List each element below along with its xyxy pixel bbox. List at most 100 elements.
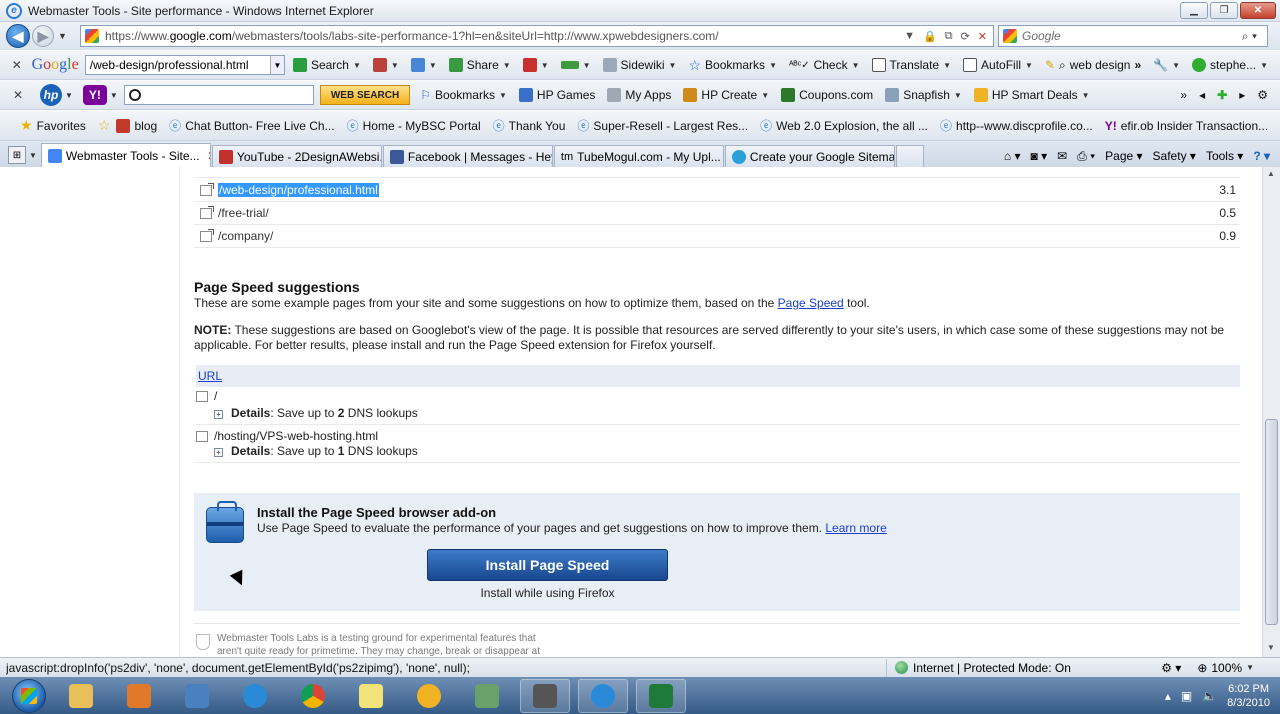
- favorite-thank-you[interactable]: ⓔ Thank You: [493, 117, 566, 134]
- forward-button[interactable]: ▶: [32, 25, 54, 47]
- toolbar-arrow-icon[interactable]: ◂: [1199, 88, 1205, 102]
- hp-smart-deals-button[interactable]: HP Smart Deals ▼: [973, 88, 1090, 102]
- favorite-super-resell[interactable]: ⓔ Super-Resell - Largest Res...: [577, 117, 748, 134]
- taskbar-ie-running[interactable]: [578, 678, 628, 713]
- favorite-blog[interactable]: blog: [116, 118, 157, 133]
- tab-youtube[interactable]: YouTube - 2DesignAWebsi...: [211, 145, 382, 167]
- google-toolbar-search-input[interactable]: /web-design/professional.html ▼: [84, 55, 285, 75]
- tab-list-icon[interactable]: ▼: [29, 151, 37, 160]
- scroll-up-icon[interactable]: ▲: [1267, 169, 1275, 178]
- security-zone[interactable]: Internet | Protected Mode: On: [886, 658, 1071, 677]
- toolbar-nav-icon[interactable]: ▸: [1239, 88, 1245, 102]
- toolbar-account-button[interactable]: stephe... ▼: [1192, 58, 1268, 72]
- restore-button[interactable]: ❐: [1210, 2, 1238, 19]
- close-toolbar-icon[interactable]: ✕: [8, 88, 28, 102]
- page-url-link[interactable]: /: [214, 389, 217, 403]
- expand-icon[interactable]: +: [214, 410, 223, 419]
- taskbar-calculator[interactable]: [520, 678, 570, 713]
- help-icon[interactable]: ? ▾: [1253, 149, 1270, 163]
- close-tab-icon[interactable]: ✕: [208, 149, 210, 163]
- external-link-icon[interactable]: [200, 182, 214, 196]
- page-menu[interactable]: Page ▾: [1105, 149, 1142, 163]
- search-box[interactable]: Google ⌕ ▾: [998, 25, 1268, 47]
- favorites-button[interactable]: ★ Favorites: [20, 117, 86, 134]
- taskbar-chrome[interactable]: [288, 679, 338, 713]
- yahoo-search-input[interactable]: [123, 85, 314, 105]
- toolbar-add-icon[interactable]: ✚: [1217, 88, 1227, 102]
- network-status-icon[interactable]: ▣: [1181, 689, 1192, 703]
- safety-menu[interactable]: Safety ▾: [1153, 149, 1196, 163]
- page-speed-link[interactable]: Page Speed: [778, 296, 844, 310]
- scrollbar-thumb[interactable]: [1265, 419, 1278, 625]
- taskbar-network[interactable]: [462, 679, 512, 713]
- toolbar-gear-icon[interactable]: ⚙: [1257, 88, 1268, 102]
- details-row[interactable]: + Details: Save up to 1 DNS lookups: [214, 444, 418, 458]
- rss-icon[interactable]: ◙ ▾: [1031, 149, 1048, 163]
- close-window-button[interactable]: ✕: [1240, 2, 1276, 19]
- favorite-web20[interactable]: ⓔ Web 2.0 Explosion, the all ...: [760, 117, 928, 134]
- address-url[interactable]: https://www.google.com/webmasters/tools/…: [105, 29, 904, 43]
- toolbar-check-button[interactable]: ᴬᴮᶜ✓ Check ▼: [789, 58, 860, 72]
- taskbar-ie[interactable]: [230, 679, 280, 713]
- hp-logo-icon[interactable]: hp: [40, 84, 62, 106]
- toolbar-settings-button[interactable]: 🔧 ▼: [1153, 58, 1180, 72]
- taskbar-excel[interactable]: [636, 678, 686, 713]
- add-favorite-icon[interactable]: ☆: [98, 117, 111, 134]
- stop-icon[interactable]: ✕: [978, 30, 987, 43]
- external-link-icon[interactable]: [196, 431, 208, 443]
- tab-tubemogul[interactable]: tm TubeMogul.com - My Upl...: [553, 145, 724, 167]
- home-icon[interactable]: ⌂ ▾: [1004, 149, 1021, 163]
- taskbar-notes[interactable]: [346, 679, 396, 713]
- url-column-header[interactable]: URL: [196, 365, 1240, 387]
- new-tab-button[interactable]: [895, 145, 924, 167]
- coupons-button[interactable]: Coupons.com: [781, 88, 873, 102]
- hp-bookmarks-button[interactable]: ⚐ Bookmarks ▼: [420, 88, 507, 102]
- toolbar-share-button[interactable]: Share ▼: [448, 58, 511, 72]
- hp-create-button[interactable]: HP Create ▼: [683, 88, 769, 102]
- search-icon[interactable]: ⌕ ▾: [1242, 29, 1257, 44]
- snapfish-button[interactable]: Snapfish ▼: [885, 88, 962, 102]
- hp-games-button[interactable]: HP Games: [518, 88, 595, 102]
- learn-more-link[interactable]: Learn more: [825, 521, 886, 535]
- install-page-speed-button[interactable]: Install Page Speed: [427, 549, 668, 581]
- favorite-insider[interactable]: Y! efir.ob Insider Transaction...: [1105, 119, 1268, 133]
- zoom-control[interactable]: ⚙ ▾ ⊕ 100% ▼: [1161, 661, 1254, 675]
- address-dropdown-icon[interactable]: ▼: [904, 30, 915, 43]
- close-toolbar-icon[interactable]: ✕: [8, 58, 26, 72]
- favorite-chat-button[interactable]: ⓔ Chat Button- Free Live Ch...: [169, 117, 334, 134]
- toolbar-page-icon[interactable]: ▼: [372, 58, 399, 72]
- tab-facebook[interactable]: Facebook | Messages - Hey!!: [382, 145, 553, 167]
- tab-google-sitemap[interactable]: Create your Google Sitema...: [724, 145, 895, 167]
- toolbar-autofill-button[interactable]: AutoFill ▼: [963, 58, 1033, 72]
- mail-icon[interactable]: ✉: [1057, 149, 1067, 163]
- page-url-link[interactable]: /company/: [218, 229, 273, 243]
- external-link-icon[interactable]: [200, 228, 214, 242]
- favorite-discprofile[interactable]: ⓔ http--www.discprofile.co...: [940, 117, 1093, 134]
- taskbar-app[interactable]: [172, 679, 222, 713]
- minimize-button[interactable]: ▁: [1180, 2, 1208, 19]
- toolbar-web-design-button[interactable]: ✎ ⌕ web design»: [1045, 58, 1141, 73]
- external-link-icon[interactable]: [196, 391, 208, 403]
- compatibility-icon[interactable]: ⧉: [945, 30, 953, 43]
- favorite-mybsc[interactable]: ⓔ Home - MyBSC Portal: [347, 117, 481, 134]
- search-input[interactable]: Google: [1022, 29, 1242, 43]
- refresh-icon[interactable]: ⟳: [961, 30, 970, 43]
- page-url-link[interactable]: /web-design/professional.html: [218, 183, 379, 197]
- toolbar-plus-button[interactable]: ▼: [410, 58, 437, 72]
- address-bar[interactable]: https://www.google.com/webmasters/tools/…: [80, 25, 994, 47]
- vertical-scrollbar[interactable]: ▲ ▼: [1262, 167, 1280, 657]
- toolbar-popup-blocker[interactable]: ▼: [522, 58, 549, 72]
- back-button[interactable]: ◀: [6, 24, 30, 48]
- web-search-button[interactable]: WEB SEARCH: [319, 85, 411, 105]
- scroll-down-icon[interactable]: ▼: [1267, 643, 1275, 652]
- taskbar-media-player[interactable]: [114, 679, 164, 713]
- external-link-icon[interactable]: [200, 205, 214, 219]
- history-dropdown-icon[interactable]: ▼: [58, 31, 67, 41]
- volume-icon[interactable]: 🔈: [1202, 689, 1217, 703]
- toolbar-more-icon[interactable]: »: [1180, 88, 1187, 102]
- expand-icon[interactable]: +: [214, 448, 223, 457]
- chevron-down-icon[interactable]: ▼: [269, 56, 284, 74]
- taskbar-explorer[interactable]: [56, 679, 106, 713]
- tray-expand-icon[interactable]: ▴: [1165, 689, 1171, 703]
- hp-my-apps-button[interactable]: My Apps: [607, 88, 671, 102]
